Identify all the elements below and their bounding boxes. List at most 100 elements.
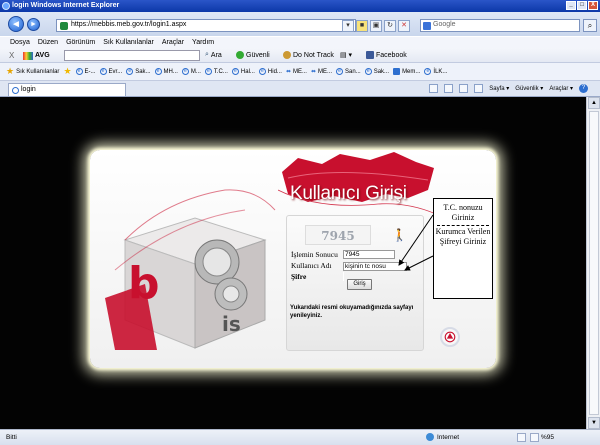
captcha-input[interactable]: 7945 [343,250,395,259]
print-icon[interactable] [474,84,484,93]
menu-item-duzen[interactable]: Düzen [38,39,58,48]
vertical-scrollbar[interactable]: ▲ ▼ [586,97,600,429]
favorite-link-label: Hid... [267,68,282,75]
meb-logo [440,327,460,347]
address-bar[interactable]: https://mebbis.meb.gov.tr/login1.aspx [56,19,356,32]
forward-button[interactable]: ► [27,18,40,31]
security-zone: Internet [426,433,459,441]
mail-icon[interactable] [459,84,469,93]
ie-page-icon: e [424,68,432,75]
zone-label: Internet [437,433,460,441]
close-window-button[interactable]: X [588,1,598,10]
page-icon [60,22,68,30]
avg-search-input[interactable] [64,50,200,61]
favorite-link-label: MH... [163,68,178,75]
minimize-button[interactable]: _ [566,1,576,10]
avg-options-button[interactable]: ▤ ▾ [340,51,352,59]
command-bar: Sayfa ▾ Güvenlik ▾ Araçlar ▾ ? [429,84,588,93]
meb-emblem-icon [444,331,456,343]
avg-guvenli-button[interactable]: Güvenli [236,51,270,59]
tab-login[interactable]: login [8,83,126,96]
favorite-link[interactable]: e San... [336,68,361,75]
menu-item-sik-kullanilanlar[interactable]: Sık Kullanılanlar [103,39,154,48]
favorites-button[interactable]: ★ Sık Kullanılanlar [6,66,59,77]
avg-search-button[interactable]: ⌕ Ara [205,51,222,59]
ie-page-icon: e [99,68,107,75]
tools-menu[interactable]: Araçlar ▾ [549,85,573,92]
annotation-callout: T.C. nonuzu Giriniz Kurumca Verilen Şifr… [433,198,493,299]
security-menu[interactable]: Güvenlik ▾ [515,85,543,92]
callout-password-note: Kurumca Verilen Şifreyi Giriniz [435,227,491,246]
login-button[interactable]: Giriş [347,279,372,290]
menu-item-araclar[interactable]: Araçlar [162,39,184,48]
tab-label: login [21,86,36,93]
password-input[interactable] [343,272,344,281]
close-toolbar-icon[interactable]: X [9,51,14,60]
page-menu[interactable]: Sayfa ▾ [489,85,509,92]
favorite-link[interactable]: e İLK... [424,68,447,75]
ie-page-icon: e [204,68,212,75]
favorite-link[interactable]: e M... [181,68,201,75]
avg-guvenli-label: Güvenli [246,51,270,59]
ie-page-icon: e [154,68,162,75]
username-label: Kullanıcı Adı [291,261,332,270]
ie-page-icon: e [126,68,134,75]
favorite-link[interactable]: ⬌ ME... [286,68,307,76]
back-button[interactable]: ◄ [8,16,24,32]
favorite-link-label: ME... [318,68,333,75]
lock-icon[interactable]: ■ [356,20,368,32]
username-input[interactable]: kişinin tc nosu [343,262,407,271]
favorite-link[interactable]: Mem... [393,68,420,75]
avg-button[interactable]: AVG [20,50,53,61]
favorite-link[interactable]: e Evr... [99,68,122,75]
menu-item-gorunum[interactable]: Görünüm [66,39,95,48]
favorite-link-label: ME... [292,68,307,75]
zoom-level[interactable]: %95 [541,434,554,441]
refresh-icon[interactable]: ↻ [384,20,396,32]
shield-check-icon [236,51,244,59]
scroll-up-icon[interactable]: ▲ [588,97,600,109]
favorite-link[interactable]: e Hid... [258,68,282,75]
magnifier-icon: ⌕ [205,51,209,58]
favorite-link[interactable]: e Sak... [126,68,151,75]
ie-page-icon [393,68,401,75]
avg-logo-icon [23,51,33,60]
search-input[interactable]: Google [420,19,580,32]
address-toolbar: ◄ ► https://mebbis.meb.gov.tr/login1.asp… [0,12,600,36]
link-icon: ⬌ [310,69,317,75]
ie-page-icon: e [231,68,239,75]
search-button[interactable]: ⌕ [583,19,597,32]
favorite-link[interactable]: e T.C... [204,68,228,75]
feeds-icon[interactable] [444,84,454,93]
star-icon: ★ [6,66,15,76]
home-icon[interactable] [429,84,439,93]
dropdown-arrow-icon[interactable]: ▾ [342,20,354,32]
scroll-thumb[interactable] [589,111,599,415]
favorite-link-label: Hal... [240,68,255,75]
avg-donottrack-button[interactable]: Do Not Track [283,51,334,59]
google-icon [423,22,431,30]
maximize-button[interactable]: □ [577,1,587,10]
menu-item-dosya[interactable]: Dosya [10,39,30,48]
favorite-link[interactable]: e MH... [154,68,178,75]
add-favorite-icon[interactable]: ★ [63,66,71,77]
favorite-link[interactable]: ⬌ ME... [310,68,333,76]
favorite-link[interactable]: e E-... [75,68,96,75]
compat-view-icon[interactable]: ▣ [370,20,382,32]
zoom-icon[interactable] [530,433,539,442]
logo-letter-b: b [128,258,160,309]
ie-page-icon: e [364,68,372,75]
help-icon[interactable]: ? [579,84,588,93]
stop-icon[interactable]: ✕ [398,20,410,32]
scroll-down-icon[interactable]: ▼ [588,417,600,429]
tab-bar: login Sayfa ▾ Güvenlik ▾ Araçlar ▾ ? [0,81,600,97]
protected-mode-icon[interactable] [517,433,526,442]
menu-item-yardim[interactable]: Yardım [192,39,214,48]
favorite-link-label: Sak... [135,68,151,75]
favorite-link[interactable]: e Hal... [231,68,255,75]
facebook-button[interactable]: Facebook [366,51,407,59]
favorite-link[interactable]: e Sak... [364,68,389,75]
globe-icon [426,433,434,441]
login-title: Kullanıcı Girişi [290,183,407,204]
menu-bar: Dosya Düzen Görünüm Sık Kullanılanlar Ar… [0,37,600,48]
